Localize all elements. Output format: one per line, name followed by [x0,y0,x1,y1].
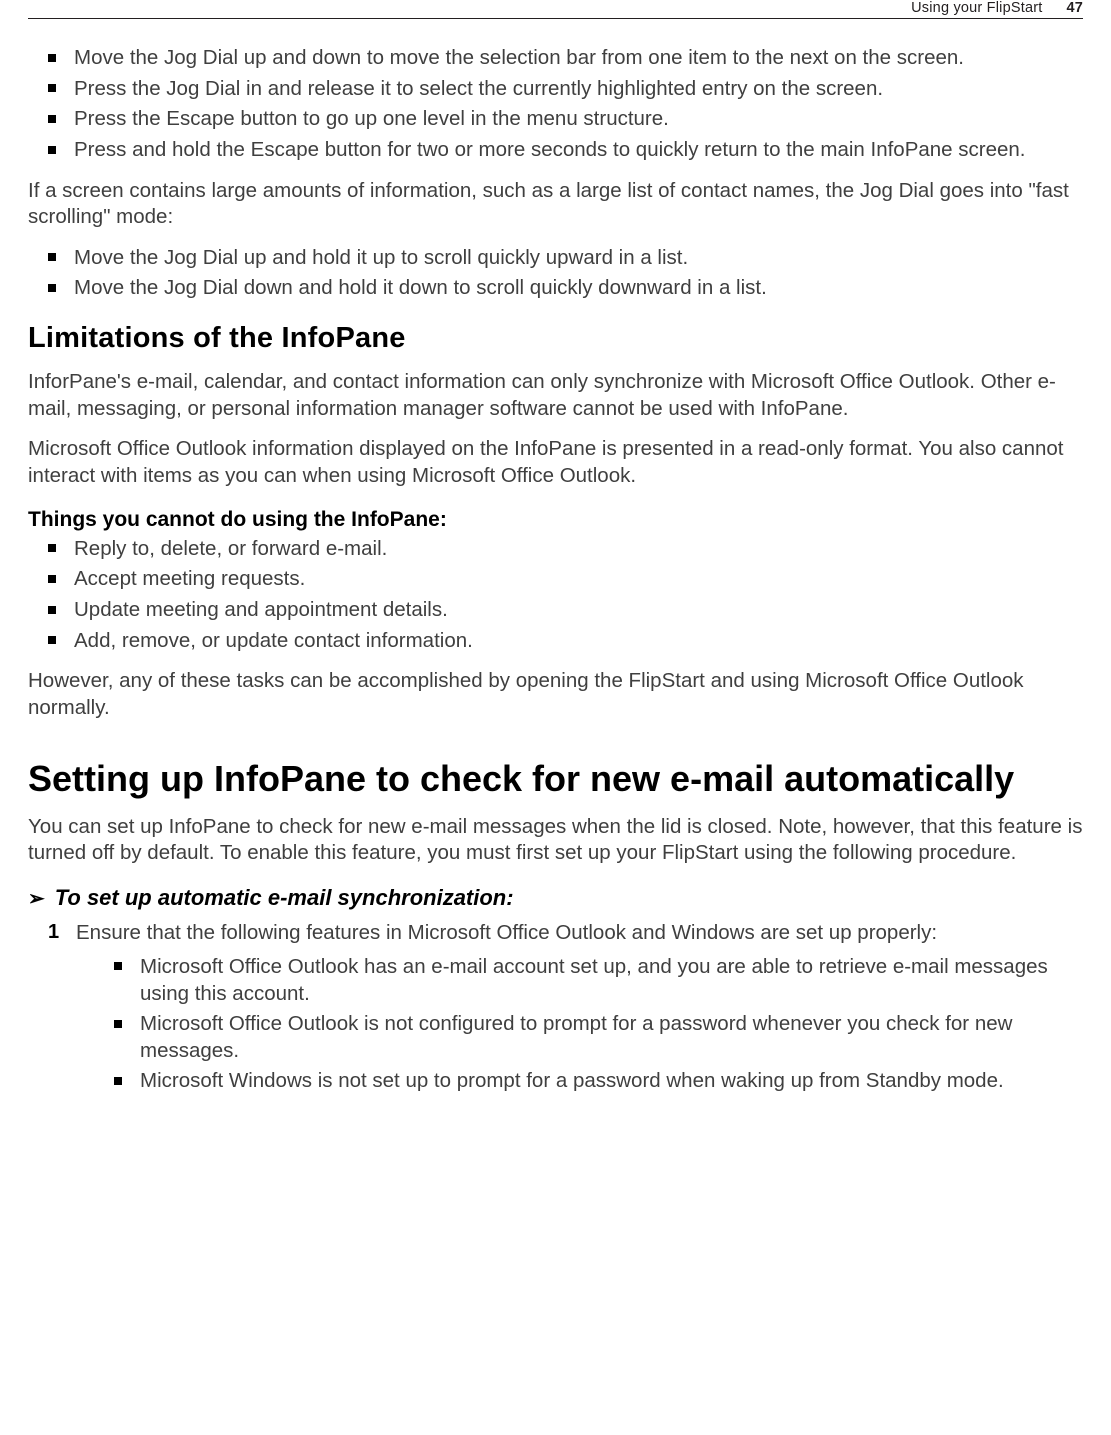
list-item: Microsoft Office Outlook is not configur… [76,1011,1083,1064]
paragraph-limitations-2: Microsoft Office Outlook information dis… [28,436,1083,489]
list-item: Accept meeting requests. [28,566,1083,593]
paragraph-setup: You can set up InfoPane to check for new… [28,814,1083,867]
list-item: Move the Jog Dial down and hold it down … [28,275,1083,302]
list-item: Move the Jog Dial up and down to move th… [28,45,1083,72]
subhead-cannot: Things you cannot do using the InfoPane: [28,508,1083,532]
page-header: Using your FlipStart 47 [28,0,1083,19]
paragraph-limitations-1: InforPane's e-mail, calendar, and contac… [28,369,1083,422]
header-section: Using your FlipStart [911,0,1042,16]
header-page-number: 47 [1066,0,1083,16]
list-item: Press and hold the Escape button for two… [28,137,1083,164]
list-item: Microsoft Windows is not set up to promp… [76,1068,1083,1095]
paragraph-fastscroll: If a screen contains large amounts of in… [28,178,1083,231]
step-number: 1 [48,919,59,945]
list-item: Press the Jog Dial in and release it to … [28,76,1083,103]
bullets-top: Move the Jog Dial up and down to move th… [28,45,1083,164]
step-subbullets: Microsoft Office Outlook has an e-mail a… [76,954,1083,1095]
heading-limitations: Limitations of the InfoPane [28,322,1083,355]
step-item: 1 Ensure that the following features in … [28,919,1083,1095]
procedure-title: To set up automatic e-mail synchronizati… [55,885,514,911]
heading-setup: Setting up InfoPane to check for new e-m… [28,758,1083,800]
paragraph-however: However, any of these tasks can be accom… [28,668,1083,721]
bullets-fastscroll: Move the Jog Dial up and hold it up to s… [28,245,1083,302]
list-item: Move the Jog Dial up and hold it up to s… [28,245,1083,272]
list-item: Reply to, delete, or forward e-mail. [28,536,1083,563]
list-item: Add, remove, or update contact informati… [28,628,1083,655]
bullets-cannot: Reply to, delete, or forward e-mail. Acc… [28,536,1083,655]
procedure-heading: ➢ To set up automatic e-mail synchroniza… [28,885,1083,913]
step-text: Ensure that the following features in Mi… [76,921,937,944]
page-root: Using your FlipStart 47 Move the Jog Dia… [0,0,1111,1149]
list-item: Press the Escape button to go up one lev… [28,106,1083,133]
procedure-steps: 1 Ensure that the following features in … [28,919,1083,1095]
arrow-icon: ➢ [28,885,45,913]
list-item: Microsoft Office Outlook has an e-mail a… [76,954,1083,1007]
list-item: Update meeting and appointment details. [28,597,1083,624]
